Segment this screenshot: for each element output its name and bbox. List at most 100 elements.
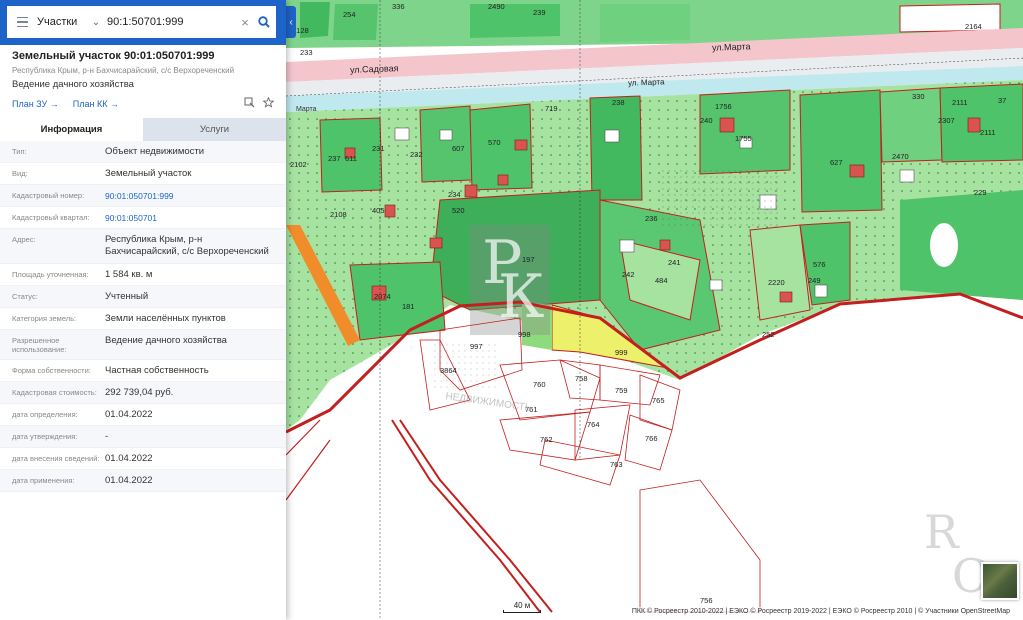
property-row: Тип: Объект недвижимости (0, 141, 286, 163)
parcel-number: 2111 (980, 128, 996, 137)
property-value: 01.04.2022 (105, 475, 153, 486)
map-attribution: ПКК © Росреестр 2010-2022 | ЕЭКО © Росре… (628, 607, 1013, 616)
parcel-number: 484 (655, 276, 668, 285)
watermark-letter-k: К (498, 262, 545, 332)
parcel-number: 758 (575, 374, 588, 383)
search-bar: Участки ⌄ × (0, 0, 286, 45)
property-label: Кадастровый квартал: (12, 213, 90, 222)
parcel-number: 756 (700, 596, 713, 605)
property-row: дата утверждения: - (0, 426, 286, 448)
property-row: Кадастровая стоимость: 292 739,04 руб. (0, 382, 286, 404)
property-value: Ведение дачного хозяйства (105, 335, 227, 346)
property-value: Республика Крым, р-н Бахчисарайский, с/с… (105, 234, 269, 257)
parcel-number: 336 (392, 2, 405, 11)
property-label: дата применения: (12, 476, 75, 485)
chevron-left-icon[interactable]: ‹ (286, 6, 296, 38)
parcel-number: 2220 (768, 278, 785, 287)
close-icon[interactable]: × (238, 15, 252, 30)
scale-bar: 40 м (503, 601, 541, 613)
search-type-select[interactable]: Участки (37, 16, 89, 28)
property-label: Кадастровая стоимость: (12, 388, 97, 397)
street-label: ул.Садовая (349, 63, 399, 75)
property-value: 01.04.2022 (105, 453, 153, 464)
property-value: Частная собственность (105, 365, 209, 376)
parcel-number: 763 (610, 460, 623, 469)
search-icon[interactable] (252, 16, 276, 28)
plan-zu-link[interactable]: План ЗУ → (12, 99, 59, 109)
property-row: дата определения: 01.04.2022 (0, 404, 286, 426)
property-row: Категория земель: Земли населённых пункто… (0, 308, 286, 330)
object-title: Земельный участок 90:01:050701:999 (12, 50, 215, 62)
parcel-number: 405 (372, 206, 385, 215)
property-label: дата утверждения: (12, 432, 78, 441)
parcel-number: 576 (813, 260, 826, 269)
object-address: Республика Крым, р-н Бахчисарайский, с/с… (12, 66, 235, 75)
panel-tabs: Информация Услуги (0, 118, 286, 141)
parcel-number: 2164 (965, 22, 982, 31)
parcel-number: 764 (587, 420, 600, 429)
property-row: Разрешенное использование: Ведение дачног… (0, 330, 286, 360)
star-icon[interactable] (262, 96, 275, 110)
property-row: Кадастровый квартал: 90:01:050701 (0, 207, 286, 229)
search-input[interactable] (103, 16, 238, 28)
parcel-number: 181 (402, 302, 415, 311)
property-value: Учтенный (105, 291, 149, 302)
property-row: Форма собственности: Частная собственност… (0, 360, 286, 382)
parcel-number: 3864 (440, 366, 457, 375)
property-label: Разрешенное использование: (12, 336, 67, 354)
parcel-number: 765 (652, 396, 665, 405)
plan-kk-link[interactable]: План КК → (73, 99, 119, 109)
info-panel: Участки ⌄ × Земельный участок 90:01:0507… (0, 0, 286, 620)
parcel-number: 231 (372, 144, 385, 153)
parcel-number: 2470 (892, 152, 909, 161)
parcel-number: 2074 (374, 292, 391, 301)
tab-services[interactable]: Услуги (143, 118, 286, 141)
property-label: Тип: (12, 147, 27, 156)
properties-list: Тип: Объект недвижимости Вид: Земельный уча… (0, 141, 286, 492)
property-row: Кадастровый номер: 90:01:050701:999 (0, 185, 286, 207)
parcel-number: 627 (830, 158, 843, 167)
parcel-number: 1756 (715, 102, 732, 111)
property-label: Адрес: (12, 235, 36, 244)
property-value: 292 739,04 руб. (105, 387, 174, 398)
parcel-number: 233 (300, 48, 313, 57)
property-row: дата применения: 01.04.2022 (0, 470, 286, 492)
street-label: ул. Марта (627, 77, 665, 88)
property-value: 1 584 кв. м (105, 269, 153, 280)
property-value[interactable]: 90:01:050701:999 (105, 185, 278, 206)
property-label: Форма собственности: (12, 366, 91, 375)
hamburger-icon[interactable] (7, 16, 37, 28)
parcel-number: 37 (998, 96, 1007, 105)
parcel-number: 232 (410, 150, 423, 159)
property-label: Площадь уточненная: (12, 270, 89, 279)
plan-links: План ЗУ → План КК → (0, 90, 286, 110)
parcel-number: 759 (615, 386, 628, 395)
scale-line (503, 610, 541, 613)
property-label: Вид: (12, 169, 28, 178)
watermark-logo: Р К (478, 228, 548, 332)
parcel-number: 719 (545, 104, 558, 113)
parcel-number: 234 (448, 190, 461, 199)
parcel-number: 2111 (952, 98, 968, 107)
property-value: Земельный участок (105, 168, 192, 179)
property-label: дата внесения сведений: (12, 454, 100, 463)
parcel-number: 520 (452, 206, 465, 215)
parcel-number: 330 (912, 92, 925, 101)
parcel-number: 1755 (735, 134, 752, 143)
parcel-number: 237 (328, 154, 341, 163)
layer-thumbnail[interactable] (981, 562, 1019, 600)
parcel-number: 249 (808, 276, 821, 285)
parcel-number: 229 (974, 188, 987, 197)
zoom-to-icon[interactable] (244, 97, 255, 110)
parcel-number: 2108 (330, 210, 347, 219)
chevron-down-icon[interactable]: ⌄ (89, 17, 103, 28)
tab-info[interactable]: Информация (0, 118, 143, 141)
parcel-number: 236 (645, 214, 658, 223)
property-value[interactable]: 90:01:050701 (105, 207, 278, 228)
property-row: Вид: Земельный участок (0, 163, 286, 185)
parcel-number: 760 (533, 380, 546, 389)
property-value: Земли населённых пунктов (105, 313, 226, 324)
parcel-number: 242 (622, 270, 635, 279)
parcel-number: 570 (488, 138, 501, 147)
parcel-number: 240 (700, 116, 713, 125)
